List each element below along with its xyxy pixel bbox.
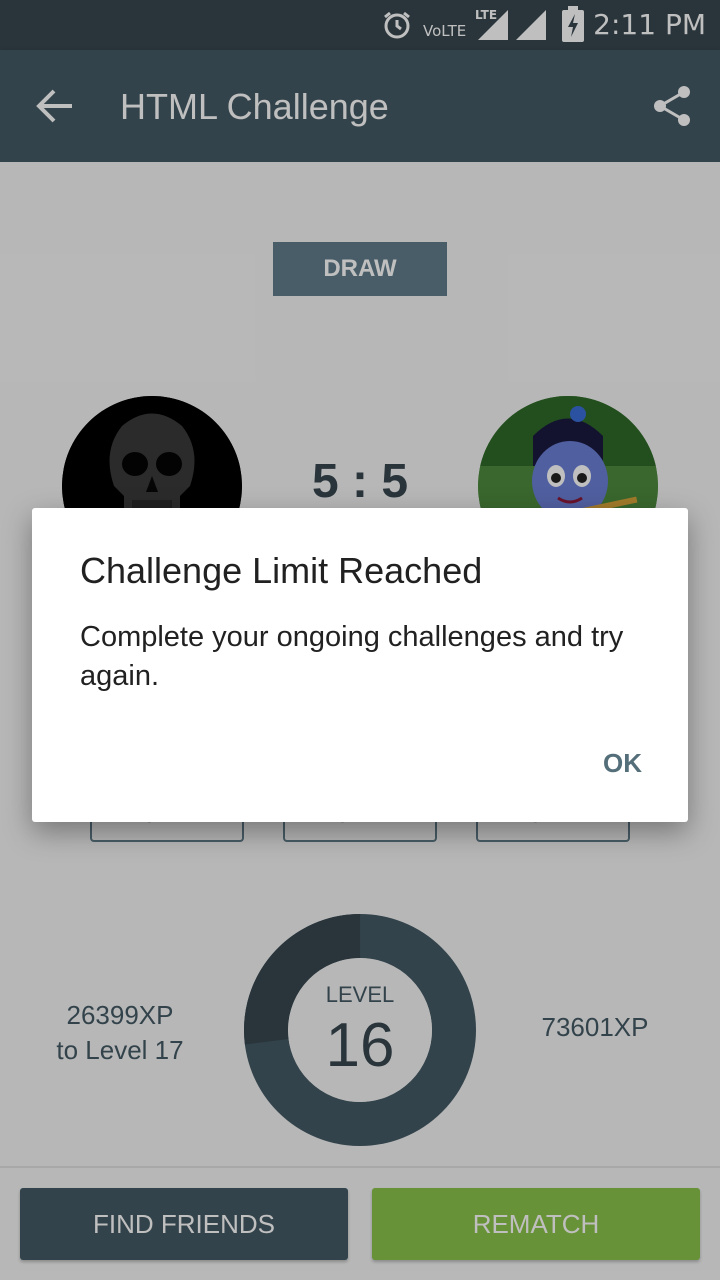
dialog-message: Complete your ongoing challenges and try… bbox=[80, 621, 624, 692]
ok-button[interactable]: OK bbox=[603, 748, 642, 779]
challenge-limit-dialog: Challenge Limit Reached Complete your on… bbox=[32, 508, 688, 822]
dialog-title: Challenge Limit Reached bbox=[80, 550, 483, 591]
